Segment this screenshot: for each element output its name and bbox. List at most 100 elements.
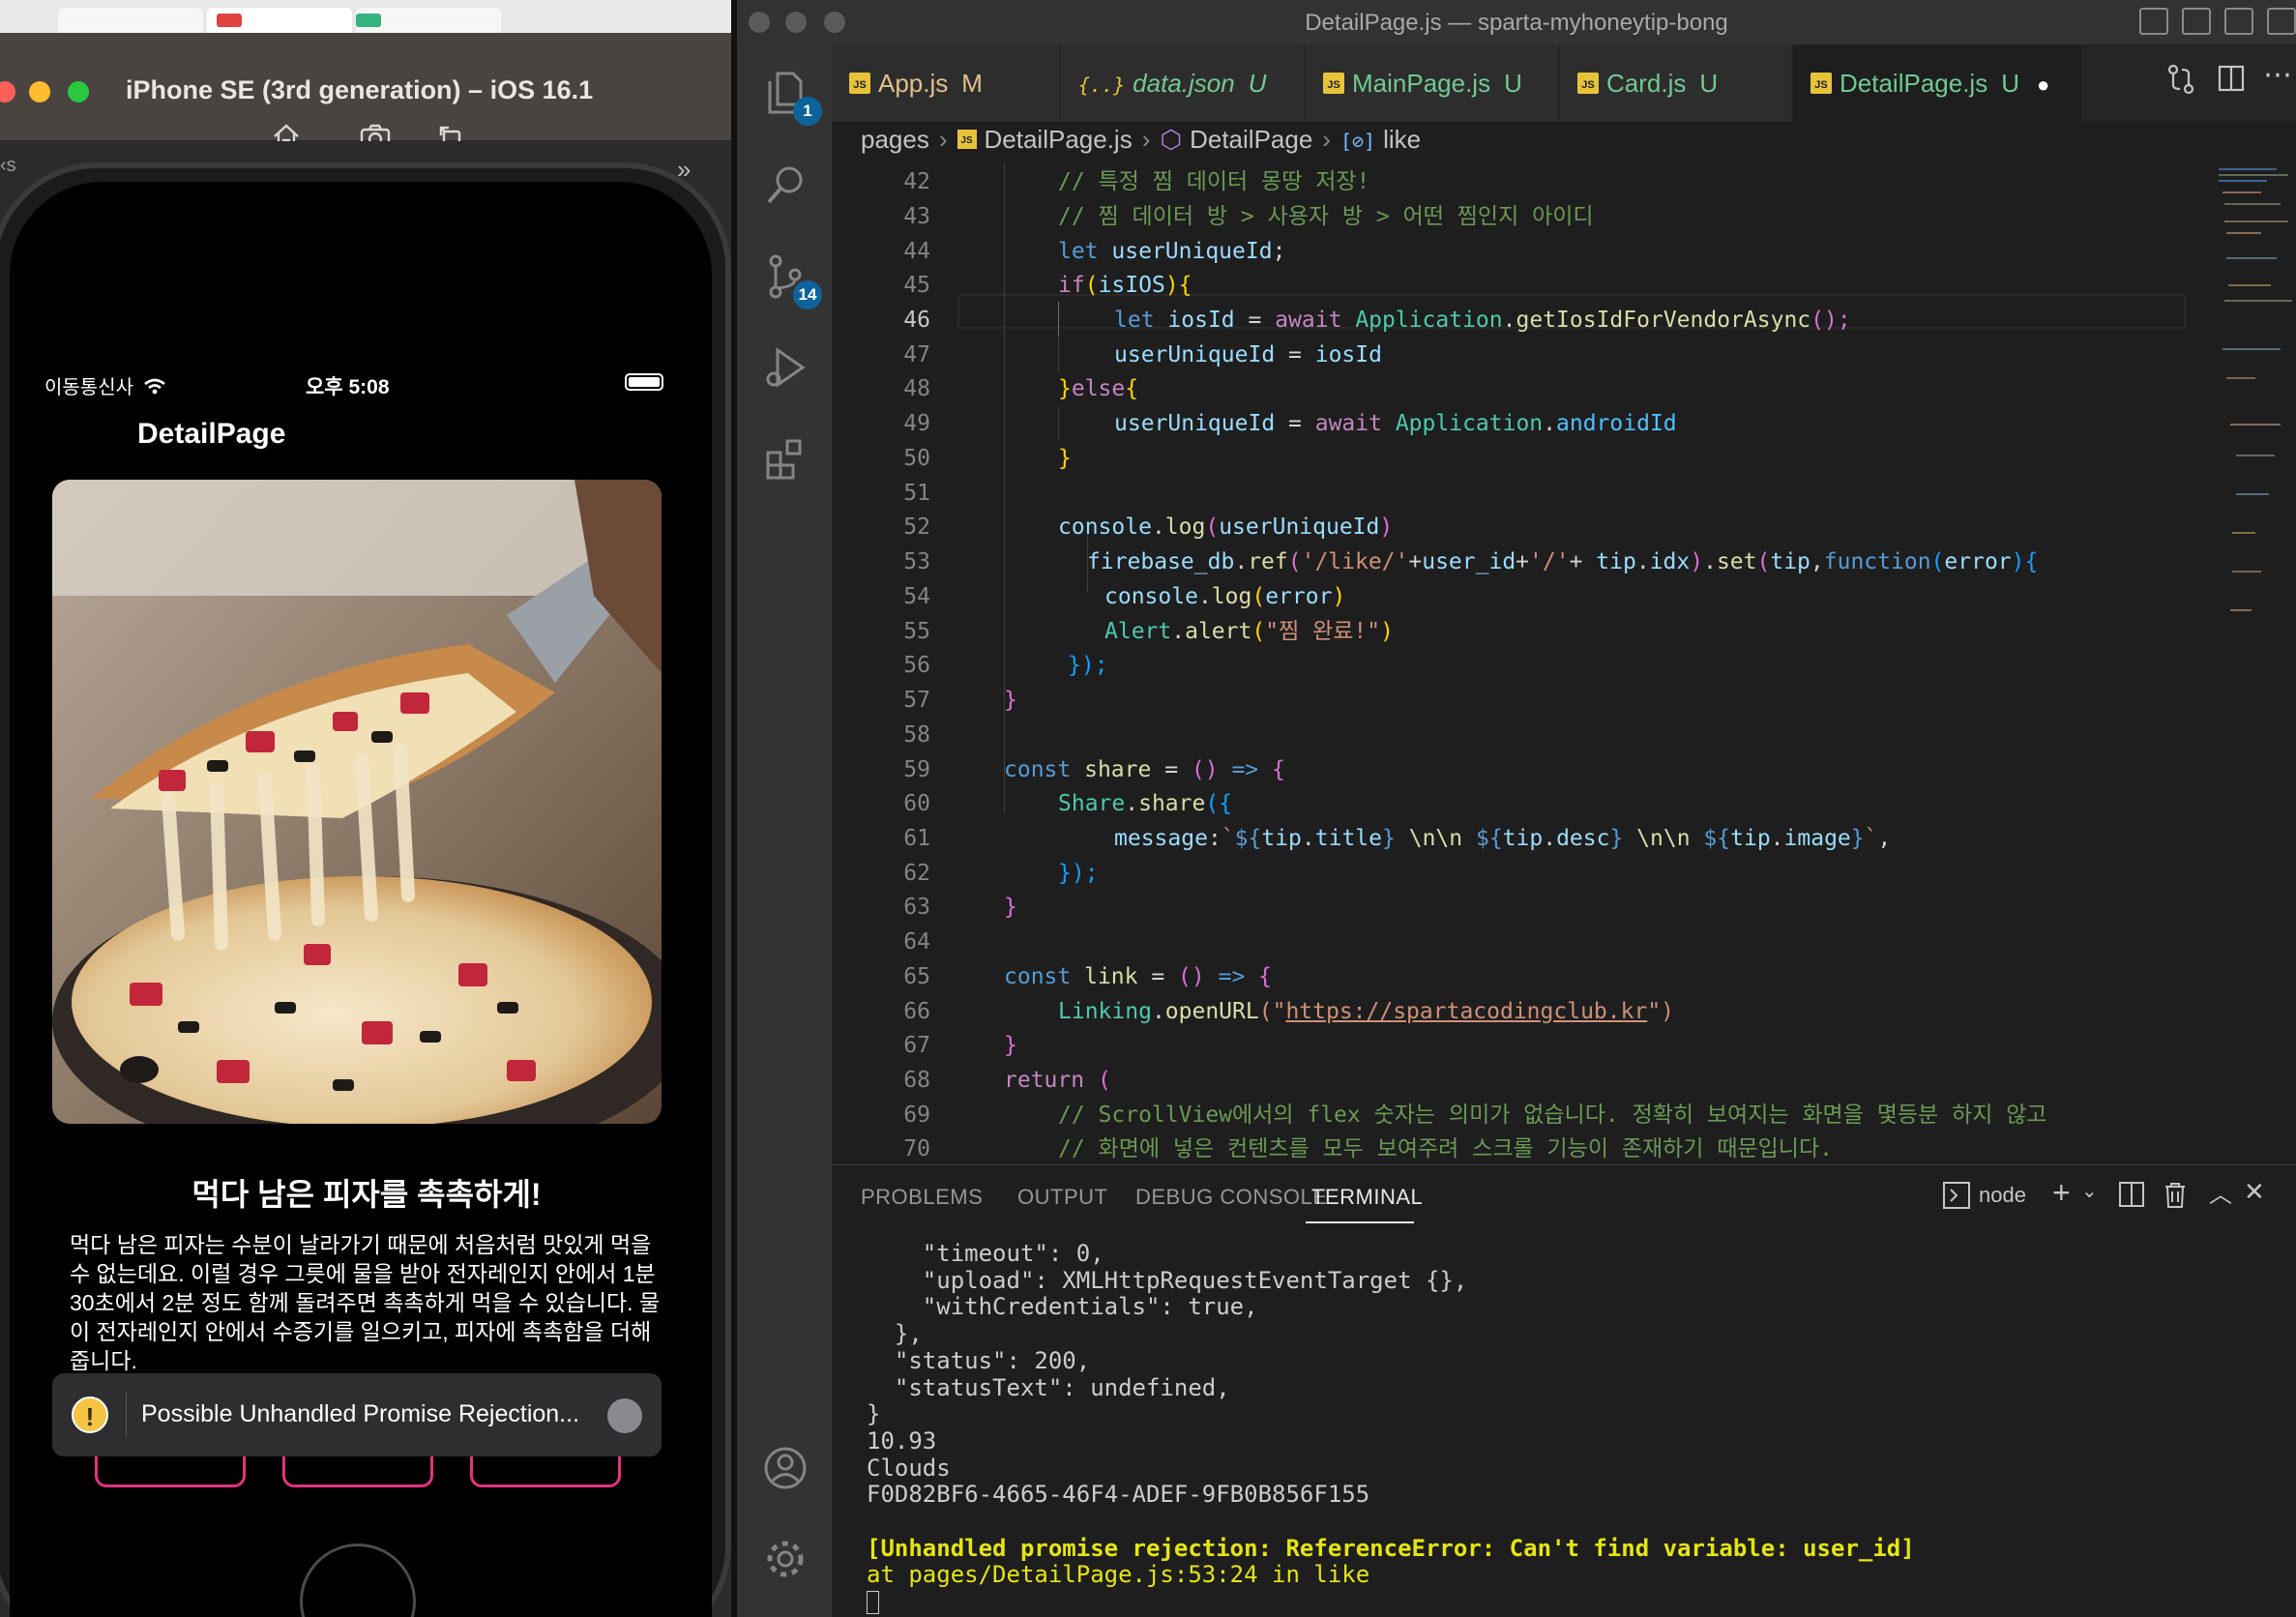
background-browser-tabs [0,0,737,33]
wifi-icon [143,378,165,395]
status-carrier: 이동통신사 [44,371,166,399]
js-file-icon: JS [957,130,977,150]
explorer-badge: 1 [793,97,822,126]
tab-card-js[interactable]: JS Card.js U [1560,44,1792,122]
vscode-window: DetailPage.js — sparta-myhoneytip-bong 1… [737,0,2296,1617]
tab-app-js[interactable]: JS App.js M [832,44,1060,122]
more-actions-icon[interactable]: ⋯ [2263,58,2292,92]
background-tab [356,8,501,33]
js-file-icon: JS [1577,73,1599,95]
code-line: 65 const link = () => { [903,964,1272,989]
component-icon: ⬡ [1160,125,1183,154]
code-line: 42// 특정 찜 데이터 몽땅 저장! [903,169,1370,194]
simulator-title: iPhone SE (3rd generation) – iOS 16.1 [126,75,594,104]
run-debug-icon[interactable] [760,344,810,395]
js-file-icon: JS [1323,73,1344,95]
breadcrumb-file[interactable]: DetailPage.js [985,125,1133,154]
code-line: 61 message:`${tip.title} \n\n ${tip.desc}… [903,826,1892,851]
simulator-titlebar: iPhone SE (3rd generation) – iOS 16.1 [0,33,737,151]
code-editor[interactable]: 42// 특정 찜 데이터 몽땅 저장! 43// 찜 데이터 방 > 사용자 … [832,164,2296,1164]
search-icon[interactable] [760,162,810,213]
chevron-down-icon[interactable]: ⌄ [2081,1179,2098,1203]
sidebar-toggle-icon[interactable]: ‹s [0,155,19,184]
settings-gear-icon[interactable] [760,1536,810,1586]
code-line: 55 Alert.alert("찜 완료!") [903,619,1394,644]
code-line: 46 let iosId = await Application.getIosId… [903,308,1851,333]
close-panel-icon[interactable]: ✕ [2244,1177,2265,1207]
code-line: 60 Share.share({ [903,791,1233,816]
breadcrumb-symbol[interactable]: like [1383,125,1421,154]
tab-output[interactable]: OUTPUT [1017,1185,1107,1210]
bottom-panel: PROBLEMS OUTPUT DEBUG CONSOLE TERMINAL n… [832,1164,2296,1617]
dismiss-toast-button[interactable] [607,1398,642,1433]
code-line: 48}else{ [903,376,1139,401]
terminal-output[interactable]: "timeout": 0, "upload": XMLHttpRequestEv… [867,1240,2279,1616]
tab-data-json[interactable]: {..} data.json U [1061,44,1305,122]
terminal-cursor [867,1591,879,1615]
iphone-screen: 이동통신사 오후 5:08 DetailPage 먹다 남은 피자를 촉촉하게!… [10,182,712,1617]
close-window-button[interactable] [0,81,15,103]
home-button[interactable] [300,1544,416,1617]
code-line: 49 userUniqueId = await Application.andro… [903,411,1677,436]
customize-layout-icon[interactable] [2267,8,2296,35]
code-line: 56}); [903,653,1108,678]
maximize-panel-icon[interactable]: ︿ [2209,1175,2232,1209]
js-file-icon: JS [849,73,870,95]
tab-problems[interactable]: PROBLEMS [861,1185,983,1210]
tab-mainpage-js[interactable]: JS MainPage.js U [1306,44,1559,122]
zoom-window-button[interactable] [68,81,89,103]
code-line: 67} [903,1033,1017,1058]
window-title: DetailPage.js — sparta-myhoneytip-bong [1305,10,1728,36]
code-line: 64 [903,929,930,955]
unsaved-dot-icon[interactable]: ● [2037,73,2049,97]
code-line: 54 console.log(error) [903,584,1346,609]
code-line: 44 let userUniqueId; [903,239,1286,264]
code-line: 59 const share = () => { [903,757,1285,782]
json-file-icon: {..} [1078,74,1126,97]
page-title: DetailPage [137,418,286,450]
toggle-secondary-sidebar-icon[interactable] [2224,8,2253,35]
error-location: at pages/DetailPage.js:53:24 in like [867,1561,1370,1589]
tip-title: 먹다 남은 피자를 촉촉하게! [191,1177,542,1212]
new-terminal-icon[interactable]: + [2052,1175,2071,1211]
account-icon[interactable] [760,1445,810,1495]
toast-divider [126,1393,127,1437]
toggle-sidebar-icon[interactable] [2139,8,2168,35]
url-link[interactable]: https://spartacodingclub.kr [1285,999,1647,1024]
code-line: 68 return ( [903,1068,1111,1093]
terminal-shell-label[interactable]: node [1979,1183,2026,1208]
breadcrumb: pages › JS DetailPage.js › ⬡ DetailPage › [⊘] lik… [832,122,2296,164]
code-line: 58 [903,722,930,748]
split-terminal-icon[interactable] [2118,1181,2145,1215]
code-line: 70// 화면에 넣은 컨텐츠를 모두 보여주려 스크롤 기능이 존재하기 때문… [903,1136,1833,1161]
split-editor-icon[interactable] [2217,64,2246,101]
tab-terminal[interactable]: TERMINAL [1311,1185,1423,1210]
editor-tabs: JS App.js M {..} data.json U JS MainPage.js U … [832,44,2296,122]
trash-icon[interactable] [2163,1181,2188,1217]
breadcrumb-component[interactable]: DetailPage [1190,125,1312,154]
code-line: 63} [903,895,1017,920]
screen: iPhone SE (3rd generation) – iOS 16.1 ‹s… [0,0,2296,1617]
warning-icon: ! [72,1396,108,1433]
tip-image [52,480,662,1124]
minimap[interactable] [2217,164,2296,706]
code-line: 62}); [903,861,1099,886]
tab-debug-console[interactable]: DEBUG CONSOLE [1135,1185,1327,1210]
minimize-window-button[interactable] [29,81,50,103]
error-message: [Unhandled promise rejection: ReferenceE… [867,1534,1915,1562]
source-control-badge: 14 [793,280,822,309]
code-line: 47 userUniqueId = iosId [903,342,1382,368]
code-line: 69// ScrollView에서의 flex 숫자는 의미가 없습니다. 정확… [903,1102,2047,1128]
tab-detailpage-js[interactable]: JS DetailPage.js U ● [1793,44,2083,122]
code-line: 50} [903,446,1072,471]
ios-simulator-window: iPhone SE (3rd generation) – iOS 16.1 ‹s… [0,0,737,1617]
toggle-panel-icon[interactable] [2182,8,2211,35]
code-line: 43// 찜 데이터 방 > 사용자 방 > 어떤 찜인지 아이디 [903,204,1594,229]
extensions-icon[interactable] [760,435,810,485]
breadcrumb-folder[interactable]: pages [861,125,929,154]
activity-bar: 1 14 [737,44,832,1617]
warning-toast[interactable]: ! Possible Unhandled Promise Rejection..… [52,1373,662,1456]
compare-changes-icon[interactable] [2166,64,2195,103]
active-tab-indicator [1306,1221,1414,1223]
battery-icon [625,373,663,391]
